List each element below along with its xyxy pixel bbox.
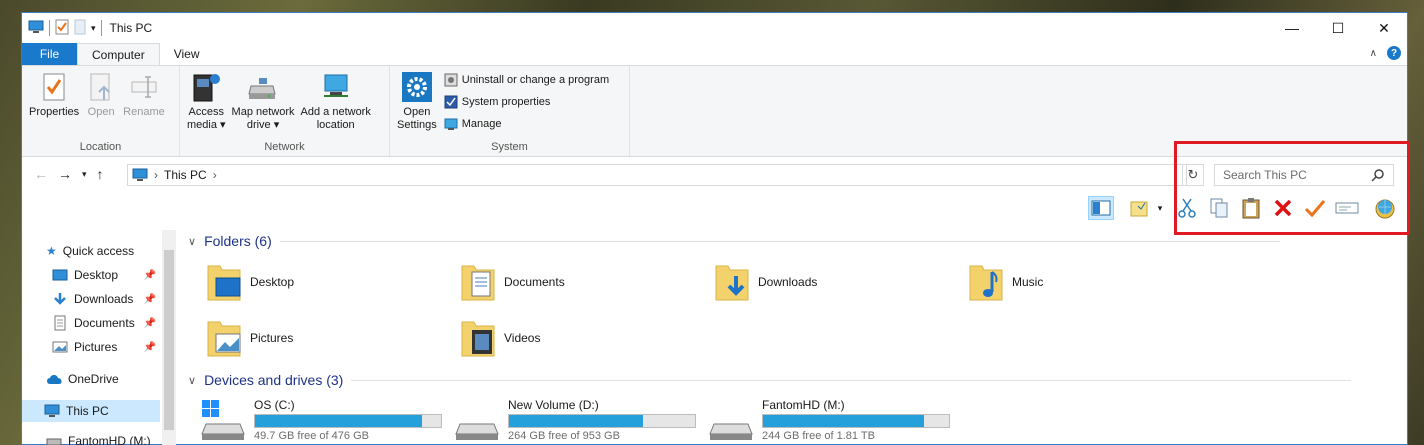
nav-scrollbar[interactable] (162, 230, 176, 445)
folder-desktop[interactable]: Desktop (206, 260, 294, 304)
drive-label: OS (C:) (254, 398, 295, 412)
section-divider (279, 240, 1280, 242)
folder-downloads[interactable]: Downloads (714, 260, 817, 304)
music-folder-icon (969, 265, 1003, 301)
computer-icon (44, 404, 60, 417)
documents-icon (54, 315, 66, 331)
folder-videos[interactable]: Videos (460, 316, 540, 360)
drive-usage-fill (255, 415, 422, 427)
drive-usage-bar (762, 414, 950, 428)
desktop-folder-icon (207, 265, 241, 301)
drive-icon (455, 423, 499, 440)
nav-item-this-pc[interactable]: This PC (22, 400, 160, 422)
folder-pictures[interactable]: Pictures (206, 316, 293, 360)
pin-icon[interactable]: 📌 (144, 318, 156, 329)
chevron-down-icon: ∨ (188, 374, 197, 387)
drive-usage-fill (763, 415, 925, 427)
drive-free-space: 49.7 GB free of 476 GB (254, 430, 369, 442)
pin-icon[interactable]: 📌 (144, 342, 156, 353)
drive-usage-bar (254, 414, 442, 428)
nav-item-downloads[interactable]: Downloads 📌 (22, 288, 160, 310)
drive-label: FantomHD (M:) (762, 398, 845, 412)
nav-item-documents[interactable]: Documents 📌 (22, 312, 160, 334)
drive-info: OS (C:) 49.7 GB free of 476 GB (254, 398, 442, 442)
drive-icon (46, 438, 62, 445)
nav-item-pictures[interactable]: Pictures 📌 (22, 336, 160, 358)
drive-free-space: 244 GB free of 1.81 TB (762, 430, 875, 442)
download-icon (54, 293, 66, 305)
pictures-icon (52, 341, 68, 353)
section-divider (351, 379, 1352, 381)
drive-info: FantomHD (M:) 244 GB free of 1.81 TB (762, 398, 950, 442)
cloud-icon (47, 375, 62, 384)
drive-usage-fill (509, 415, 644, 427)
drive-usage-bar (508, 414, 696, 428)
nav-item-quick-access[interactable]: ★ Quick access (22, 240, 160, 262)
desktop-icon (52, 269, 68, 281)
drive-label: New Volume (D:) (508, 398, 599, 412)
pictures-folder-icon (207, 321, 241, 357)
folders-section-header[interactable]: ∨ Folders (6) (188, 233, 1280, 249)
drive-info: New Volume (D:) 264 GB free of 953 GB (508, 398, 696, 442)
drive-free-space: 264 GB free of 953 GB (508, 430, 620, 442)
videos-folder-icon (461, 321, 495, 357)
folder-music[interactable]: Music (968, 260, 1043, 304)
folder-documents[interactable]: Documents (460, 260, 565, 304)
drive-m[interactable]: FantomHD (M:) 244 GB free of 1.81 TB (708, 398, 950, 442)
downloads-folder-icon (715, 265, 749, 301)
nav-item-desktop[interactable]: Desktop 📌 (22, 264, 160, 286)
explorer-body: ★ Quick access Desktop 📌 Downloads 📌 Doc… (22, 230, 1408, 445)
drive-icon (709, 423, 753, 440)
nav-item-onedrive[interactable]: OneDrive (22, 368, 160, 390)
drives-section-header[interactable]: ∨ Devices and drives (3) (188, 372, 1352, 388)
documents-folder-icon (461, 265, 495, 301)
pin-icon[interactable]: 📌 (144, 270, 156, 281)
navigation-pane: ★ Quick access Desktop 📌 Downloads 📌 Doc… (22, 230, 176, 445)
drive-c[interactable]: OS (C:) 49.7 GB free of 476 GB (200, 398, 442, 442)
windows-drive-icon (201, 400, 245, 440)
drive-d[interactable]: New Volume (D:) 264 GB free of 953 GB (454, 398, 696, 442)
scrollbar-thumb[interactable] (164, 250, 174, 430)
pin-icon[interactable]: 📌 (144, 294, 156, 305)
main-pane: ∨ Folders (6) Desktop Documents Download… (182, 230, 1408, 445)
chevron-down-icon: ∨ (188, 235, 197, 248)
star-icon: ★ (46, 244, 57, 258)
nav-item-fantomhd[interactable]: FantomHD (M:) (22, 430, 160, 445)
